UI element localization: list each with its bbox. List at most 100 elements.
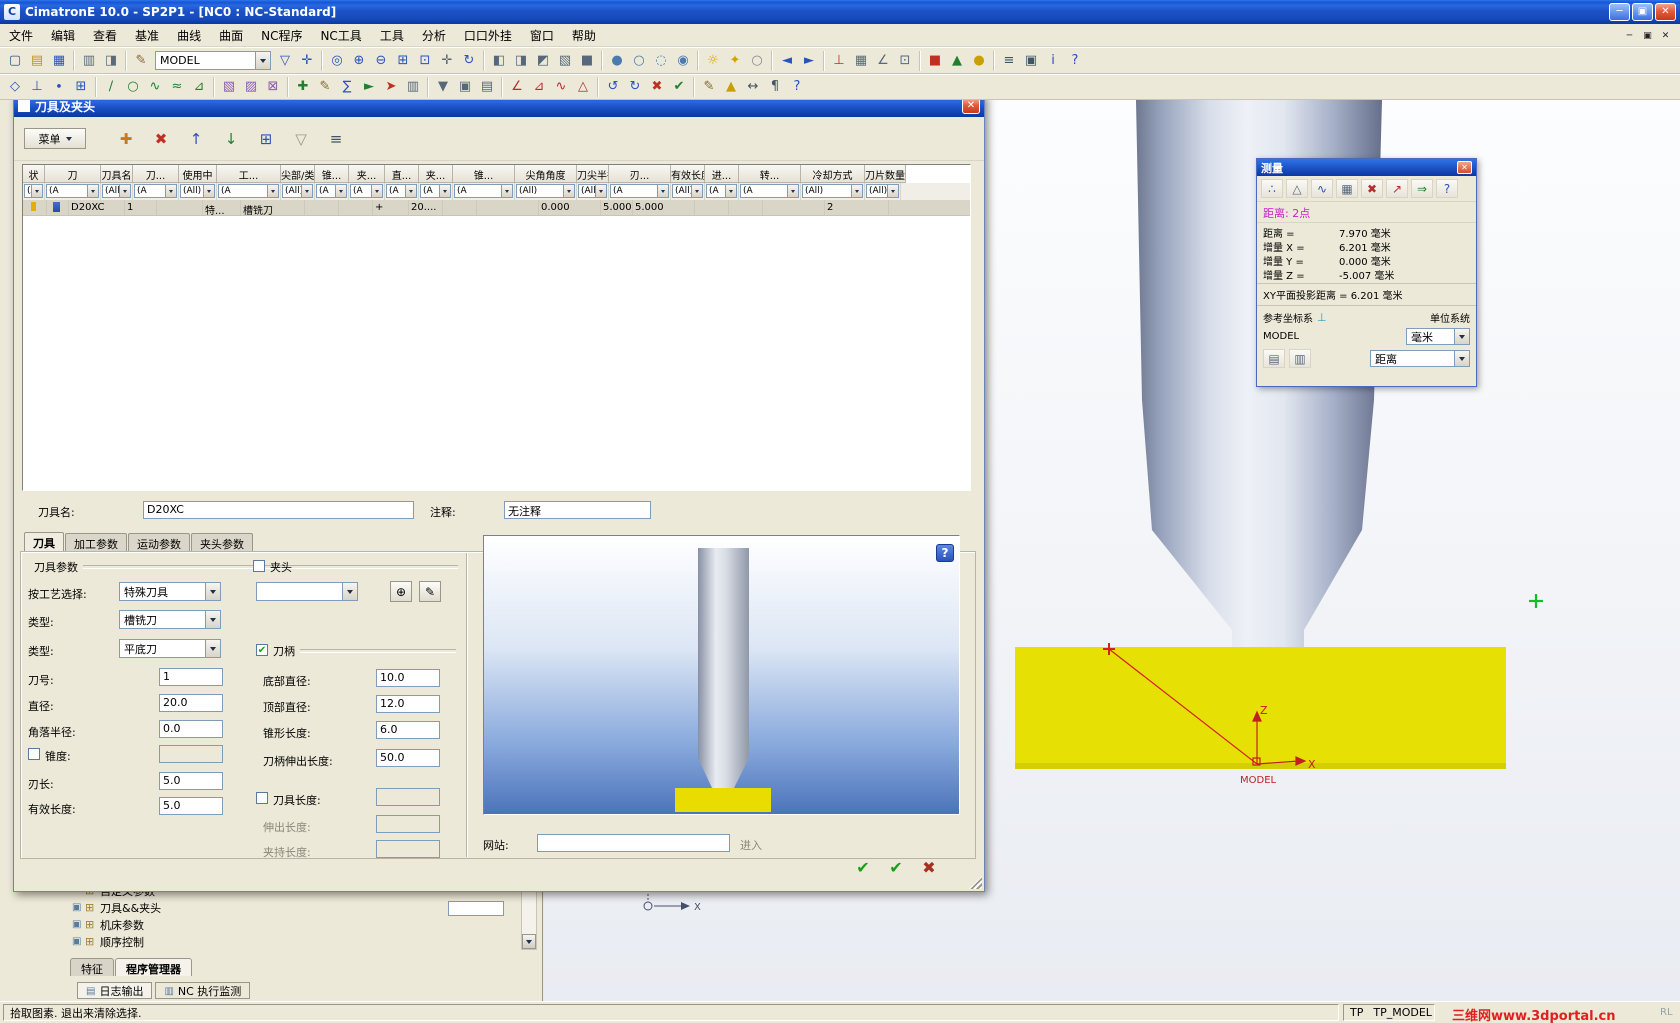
grid-filter-select[interactable]: (A xyxy=(24,184,43,198)
grid-filter-select[interactable]: (All) xyxy=(102,184,131,198)
print-icon[interactable]: ▥ xyxy=(78,51,100,71)
diameter-input[interactable]: 20.0 xyxy=(159,694,223,712)
apply-button[interactable]: ✔ xyxy=(885,857,907,879)
menu-item[interactable]: 分析 xyxy=(413,24,455,47)
translucent-icon[interactable]: ◉ xyxy=(672,51,694,71)
delete-tool-icon[interactable]: ✖ xyxy=(149,128,173,150)
tool-manager-icon[interactable]: ▼ xyxy=(432,77,454,97)
layers-icon[interactable]: ≡ xyxy=(998,51,1020,71)
filter-dropdown-icon[interactable] xyxy=(691,185,702,197)
grid-cell[interactable]: 0.000 xyxy=(539,200,601,215)
grid-filter-select[interactable]: (All) xyxy=(578,184,607,198)
grid-column-header[interactable]: 冷却方式 xyxy=(801,165,865,183)
nc-simulate-icon[interactable]: ► xyxy=(358,77,380,97)
tree-inline-field[interactable] xyxy=(448,901,504,916)
filter-dropdown-icon[interactable] xyxy=(595,185,606,197)
rotate-view-icon[interactable]: ↻ xyxy=(458,51,480,71)
grid-cell[interactable]: 1 xyxy=(125,200,157,215)
grid-filter-select[interactable]: (A xyxy=(420,184,451,198)
nc-create-icon[interactable]: ✚ xyxy=(292,77,314,97)
record-icon[interactable]: ■ xyxy=(924,51,946,71)
grid-cell[interactable]: 槽铣刀 xyxy=(241,200,305,215)
save-icon[interactable]: ▦ xyxy=(48,51,70,71)
datum-point-icon[interactable]: ∙ xyxy=(48,77,70,97)
grid-column-header[interactable]: 转... xyxy=(739,165,801,183)
undo-icon[interactable]: ↺ xyxy=(602,77,624,97)
wireframe-icon[interactable]: ○ xyxy=(628,51,650,71)
comment-input[interactable]: 无注释 xyxy=(504,501,651,519)
grid-cell[interactable]: 特... xyxy=(203,200,241,215)
measure-print-icon[interactable]: ▥ xyxy=(1289,349,1311,368)
measure-distance-icon[interactable]: ∴ xyxy=(1261,179,1283,198)
grid-filter-select[interactable]: (All) xyxy=(180,184,215,198)
menu-item[interactable]: 工具 xyxy=(371,24,413,47)
spline-icon[interactable]: ∿ xyxy=(144,77,166,97)
project-curve-icon[interactable]: ⊿ xyxy=(188,77,210,97)
grid-column-header[interactable]: 有效长度 xyxy=(671,165,705,183)
filter-dropdown-icon[interactable] xyxy=(87,185,98,197)
restore-button[interactable]: ▣ xyxy=(1632,3,1653,21)
tool-row[interactable]: D20XC 1 特... 槽铣刀 + 20.... 0.000 5.000 5.… xyxy=(23,200,970,216)
holder-icon[interactable]: ▣ xyxy=(454,77,476,97)
menu-item[interactable]: 窗口 xyxy=(521,24,563,47)
filter-dropdown-icon[interactable] xyxy=(657,185,668,197)
tool-number-input[interactable]: 1 xyxy=(159,668,223,686)
view-iso-icon[interactable]: ◧ xyxy=(488,51,510,71)
annotate-icon[interactable]: ✎ xyxy=(698,77,720,97)
offset-icon[interactable]: ≈ xyxy=(166,77,188,97)
tool-library-icon[interactable]: ▤ xyxy=(476,77,498,97)
datum-axis-icon[interactable]: ⊥ xyxy=(26,77,48,97)
grid-cell[interactable] xyxy=(305,200,339,215)
grid-column-header[interactable]: 状 xyxy=(23,165,45,183)
grid-filter-select[interactable]: (All) xyxy=(282,184,313,198)
grid-cell[interactable] xyxy=(477,200,539,215)
play-icon[interactable]: ▲ xyxy=(946,51,968,71)
measure-delete-icon[interactable]: ✖ xyxy=(1361,179,1383,198)
mdi-close-button[interactable]: ✕ xyxy=(1657,27,1674,43)
dimension-icon[interactable]: ↔ xyxy=(742,77,764,97)
zoom-in-icon[interactable]: ⊕ xyxy=(348,51,370,71)
grid-filter-select[interactable]: (A xyxy=(454,184,513,198)
grid-column-header[interactable]: 锥... xyxy=(315,165,349,183)
mdi-minimize-button[interactable]: ─ xyxy=(1621,27,1638,43)
grid-cell[interactable] xyxy=(339,200,373,215)
snap-icon[interactable]: ⊡ xyxy=(894,51,916,71)
tab-machining-params[interactable]: 加工参数 xyxy=(65,533,127,551)
flag-icon[interactable]: ▲ xyxy=(720,77,742,97)
tab-motion-params[interactable]: 运动参数 xyxy=(128,533,190,551)
zoom-out-icon[interactable]: ⊖ xyxy=(370,51,392,71)
grid-column-header[interactable]: 工... xyxy=(217,165,281,183)
snapshot-icon[interactable]: ◨ xyxy=(100,51,122,71)
measure-normal-icon[interactable]: ↗ xyxy=(1386,179,1408,198)
grid-column-header[interactable]: 刀尖半径 xyxy=(577,165,609,183)
close-button[interactable]: ✕ xyxy=(1655,3,1676,21)
grid-cell[interactable] xyxy=(443,200,477,215)
combo-dropdown-icon[interactable] xyxy=(205,583,220,600)
flute-length-input[interactable]: 5.0 xyxy=(159,772,223,790)
copy-tool-icon[interactable]: ⊞ xyxy=(254,128,278,150)
zoom-window-icon[interactable]: ⊞ xyxy=(392,51,414,71)
line-icon[interactable]: ∕ xyxy=(100,77,122,97)
grid-cell[interactable] xyxy=(157,200,203,215)
shank-taper-len-input[interactable]: 6.0 xyxy=(376,721,440,739)
tree-scrollbar[interactable] xyxy=(521,882,537,950)
unit-combo[interactable]: 毫米 xyxy=(1406,328,1470,345)
datum-csys-icon[interactable]: ⊞ xyxy=(70,77,92,97)
grid-filter-select[interactable]: (A xyxy=(610,184,669,198)
measure-type-combo[interactable]: 距离 xyxy=(1370,350,1470,367)
dialog-close-button[interactable]: ✕ xyxy=(962,98,980,114)
grid-cell[interactable] xyxy=(763,200,825,215)
filter-dropdown-icon[interactable] xyxy=(301,185,312,197)
filter-dropdown-icon[interactable] xyxy=(501,185,512,197)
measure-angle-icon[interactable]: △ xyxy=(1286,179,1308,198)
filter-dropdown-icon[interactable] xyxy=(335,185,346,197)
menu-item[interactable]: 帮助 xyxy=(563,24,605,47)
grid-cell[interactable]: 2 xyxy=(825,200,889,215)
info-icon[interactable]: i xyxy=(1042,51,1064,71)
measure-table-icon[interactable]: ▦ xyxy=(1336,179,1358,198)
ok-button[interactable]: ✔ xyxy=(852,857,874,879)
nc-report-icon[interactable]: ▥ xyxy=(402,77,424,97)
nc-postprocess-icon[interactable]: ➤ xyxy=(380,77,402,97)
grid-filter-select[interactable]: (A xyxy=(386,184,417,198)
measure-tool-icon[interactable]: ∠ xyxy=(872,51,894,71)
